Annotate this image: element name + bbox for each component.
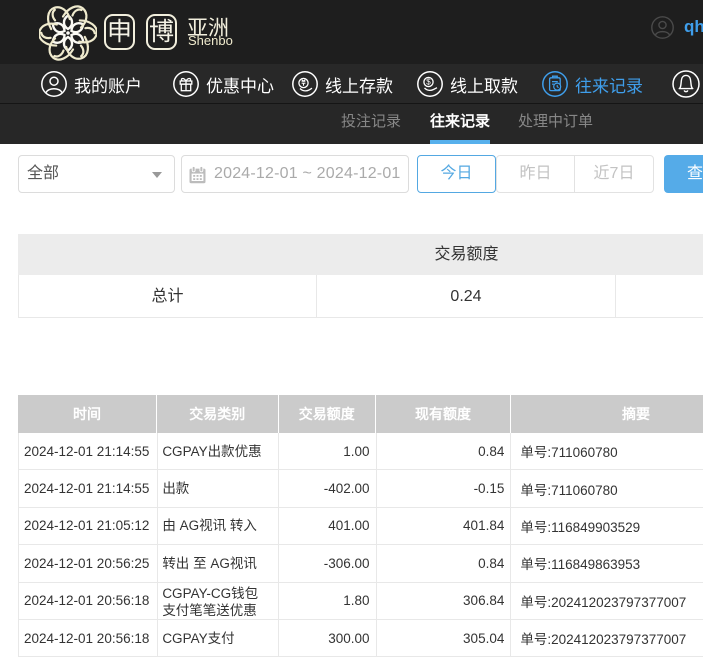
svg-text:$: $: [426, 78, 431, 87]
